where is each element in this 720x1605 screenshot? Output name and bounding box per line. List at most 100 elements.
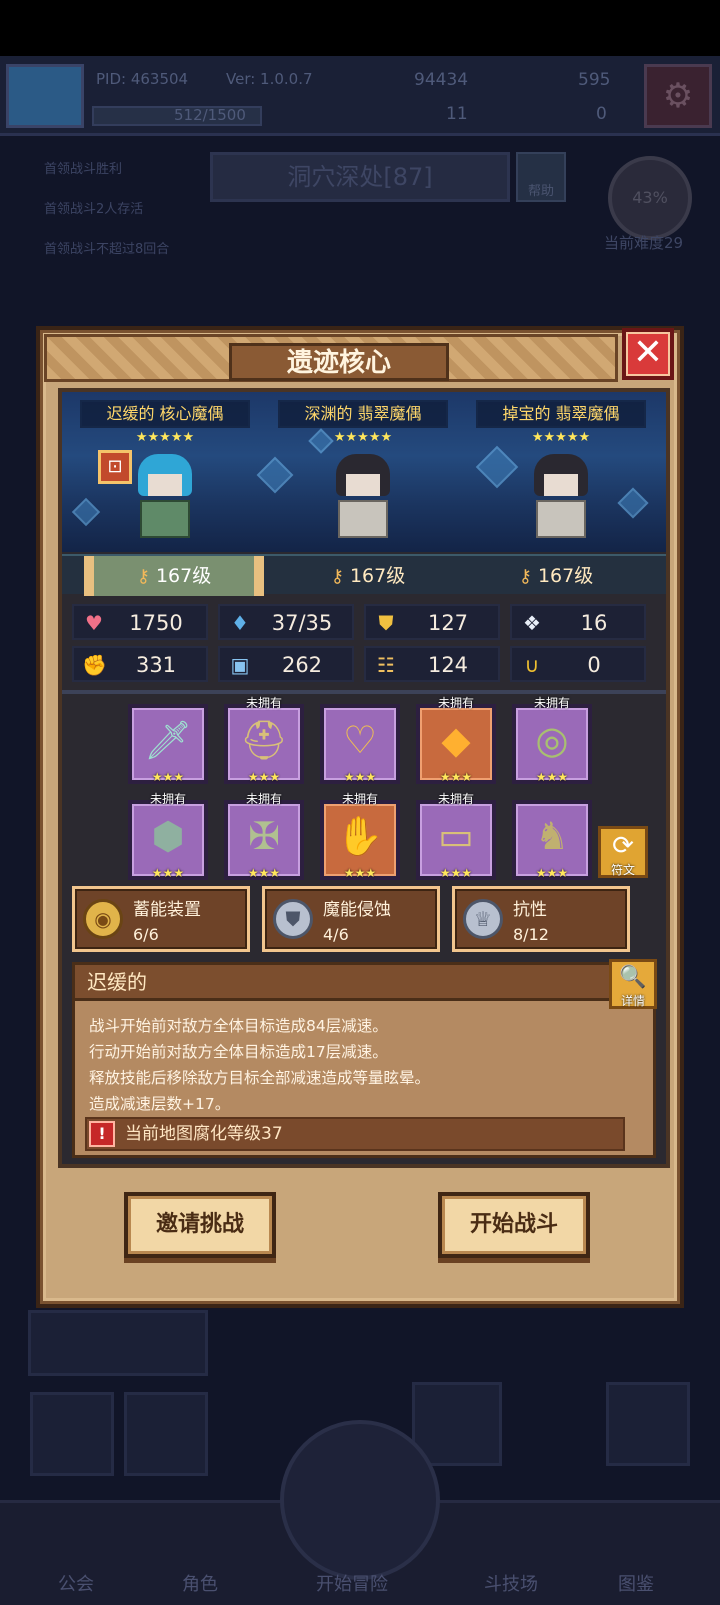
game-version: Ver: 1.0.0.7 <box>226 70 313 88</box>
key-icon: ⚷ <box>136 566 150 587</box>
boss-name: 迟缓的 核心魔偶 <box>106 404 224 423</box>
stat-value: 16 <box>580 611 608 635</box>
magnifier-icon: 🔍 <box>619 965 647 990</box>
equip-slot-boots[interactable]: ♞ ★★★ <box>512 800 592 880</box>
trait-line: 行动开始前对敌方全体目标造成17层减速。 <box>89 1043 388 1061</box>
close-button[interactable]: ✕ <box>622 328 674 380</box>
mana-drop-icon: ♦ <box>231 611 249 635</box>
key-count: 11 <box>446 104 468 124</box>
equip-slot-armor[interactable]: 未拥有 ✠ ★★★ <box>224 792 304 880</box>
not-owned-label: 未拥有 <box>245 792 282 806</box>
help-button[interactable]: 帮助 <box>516 152 566 202</box>
boss-name-plate: 掉宝的 翡翠魔偶 <box>476 400 646 428</box>
equip-slot-gloves[interactable]: 未拥有 ✋ ★★★ <box>320 792 400 880</box>
equip-stars: ★★★ <box>343 866 377 880</box>
equip-stars: ★★★ <box>151 866 185 880</box>
stat-value: 1750 <box>129 611 183 635</box>
stat-value: 0 <box>587 653 601 677</box>
stat-value: 127 <box>427 611 469 635</box>
boss-stars: ★★★★★ <box>531 430 591 445</box>
start-battle-button[interactable]: 开始战斗 <box>438 1192 590 1258</box>
boss-level-tab[interactable]: ⚷ 167级 <box>278 556 458 596</box>
scroll-icon: ☷ <box>377 653 395 677</box>
equip-stars: ★★★ <box>247 866 281 880</box>
equip-stars: ★★★ <box>439 770 473 784</box>
player-avatar[interactable] <box>6 64 84 128</box>
boss-level-tab[interactable]: ⚷ 167级 <box>466 556 646 596</box>
nav-character[interactable]: 角色 <box>182 1570 218 1596</box>
equip-slot-necklace[interactable]: ♡ ★★★ <box>320 704 400 784</box>
not-owned-label: 未拥有 <box>437 696 474 710</box>
invite-challenge-button[interactable]: 邀请挑战 <box>124 1192 276 1258</box>
stat-defense: ⛊ 127 <box>364 604 500 640</box>
settings-gear-icon[interactable]: ⚙ <box>644 64 712 128</box>
detail-button[interactable]: 🔍 详情 <box>609 959 657 1009</box>
bg-panel <box>28 1310 208 1376</box>
sword-icon: 🗡 <box>143 718 193 762</box>
invite-label: 邀请挑战 <box>155 1212 244 1237</box>
player-id: PID: 463504 <box>96 70 189 88</box>
heart-icon: ♥ <box>85 611 103 635</box>
exp-bar: 512/1500 <box>92 106 262 126</box>
boss-name: 掉宝的 翡翠魔偶 <box>502 404 620 423</box>
equip-slot-belt[interactable]: 未拥有 ▭ ★★★ <box>416 792 496 880</box>
boss-card[interactable]: 深渊的 翡翠魔偶 ★★★★★ <box>268 392 458 552</box>
boss-level: 167级 <box>155 565 212 587</box>
boss-info-icon[interactable]: ⊡ <box>98 450 132 484</box>
stat-hp: ♥ 1750 <box>72 604 208 640</box>
boss-name-plate: 迟缓的 核心魔偶 <box>80 400 250 428</box>
boss-level-bar: ⚷ 167级 ⚷ 167级 ⚷ 167级 <box>62 554 666 596</box>
rune-button[interactable]: ⟳ 符文 <box>598 826 648 878</box>
exp-text: 512/1500 <box>174 106 246 124</box>
equip-slot-gem[interactable]: 未拥有 ◆ ★★★ <box>416 696 496 784</box>
nav-adventure[interactable]: 开始冒险 <box>316 1570 388 1596</box>
equip-stars: ★★★ <box>535 770 569 784</box>
title-bar: 遗迹核心 <box>44 334 618 382</box>
adventure-button[interactable] <box>280 1420 440 1580</box>
equip-slot-helmet[interactable]: 未拥有 ⛑ ★★★ <box>224 696 304 784</box>
trait-title: 迟缓的 <box>87 970 147 994</box>
boss-card[interactable]: 掉宝的 翡翠魔偶 ★★★★★ <box>466 392 656 552</box>
not-owned-label: 未拥有 <box>149 792 186 806</box>
ticket-count: 0 <box>596 104 607 124</box>
key-icon: ⚷ <box>518 566 532 587</box>
nav-codex[interactable]: 图鉴 <box>618 1570 654 1596</box>
emerald-golem-sprite <box>526 454 596 544</box>
trait-line: 造成减速层数+17。 <box>89 1095 231 1113</box>
skill-resistance[interactable]: ♕ 抗性 8/12 <box>452 886 630 952</box>
stat-speed: ❖ 16 <box>510 604 646 640</box>
bg-slot <box>30 1392 114 1476</box>
difficulty-label: 当前难度29 <box>604 234 684 252</box>
stat-value: 124 <box>427 653 469 677</box>
nav-arena[interactable]: 斗技场 <box>484 1570 538 1596</box>
skill-charge-device[interactable]: ◉ 蓄能装置 6/6 <box>72 886 250 952</box>
status-bar-area <box>0 0 720 56</box>
skill-magic-erosion[interactable]: ⛊ 魔能侵蚀 4/6 <box>262 886 440 952</box>
necklace-icon: ♡ <box>342 718 378 762</box>
equip-stars: ★★★ <box>439 866 473 880</box>
boss-card[interactable]: 迟缓的 核心魔偶 ★★★★★ ⊡ <box>70 392 260 552</box>
boss-name-plate: 深渊的 翡翠魔偶 <box>278 400 448 428</box>
equip-stars: ★★★ <box>247 770 281 784</box>
equip-slot-sword[interactable]: 🗡 ★★★ <box>128 704 208 784</box>
equip-stars: ★★★ <box>343 770 377 784</box>
boss-banner: 迟缓的 核心魔偶 ★★★★★ ⊡ 深渊的 翡翠魔偶 ★★★★★ 掉宝的 翡翠魔偶… <box>62 392 666 552</box>
key-icon: ⚷ <box>330 566 344 587</box>
boss-level: 167级 <box>537 565 594 587</box>
equip-slot-mask[interactable]: 未拥有 ⬢ ★★★ <box>128 792 208 880</box>
stat-magic: ▣ 262 <box>218 646 354 682</box>
nav-guild[interactable]: 公会 <box>58 1570 94 1596</box>
start-label: 开始战斗 <box>469 1212 558 1237</box>
stat-value: 262 <box>281 653 323 677</box>
boss-level-tab[interactable]: ⚷ 167级 <box>84 556 264 596</box>
trait-panel: 迟缓的 🔍 详情 战斗开始前对敌方全体目标造成84层减速。 行动开始前对敌方全体… <box>72 959 657 1158</box>
equip-slot-ring[interactable]: 未拥有 ◎ ★★★ <box>512 696 592 784</box>
horseshoe-icon: ∪ <box>524 653 540 677</box>
belt-icon: ▭ <box>438 814 474 858</box>
trait-line: 战斗开始前对敌方全体目标造成84层减速。 <box>89 1017 388 1035</box>
bg-slot <box>124 1392 208 1476</box>
gold-count: 94434 <box>414 70 469 90</box>
gem-icon: ◆ <box>441 718 471 762</box>
quest-item: 首领战斗胜利 <box>44 162 123 177</box>
emerald-golem-sprite <box>328 454 398 544</box>
